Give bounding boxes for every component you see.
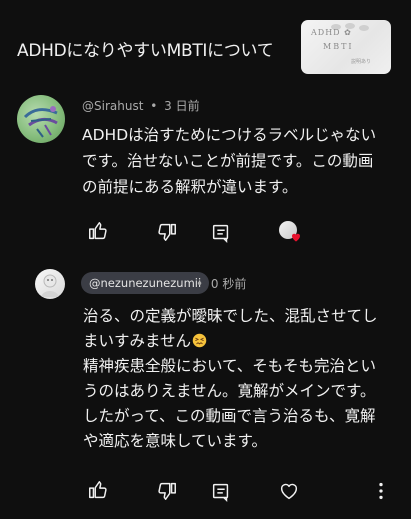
more-icon[interactable] bbox=[370, 480, 392, 502]
reply-text-line: まいすみません bbox=[83, 332, 192, 350]
heart-icon[interactable] bbox=[278, 480, 300, 502]
reply-text: 治る、の定義が曖昧でした、混乱させてし まいすみません 精神疾患全般において、そ… bbox=[83, 304, 403, 454]
comment-text-line: ADHDは治すためにつけるラベルじゃない bbox=[82, 126, 377, 144]
thumbnail-caption: 説明あり bbox=[351, 59, 372, 65]
heart-icon bbox=[292, 233, 300, 242]
reply-text-line: 精神疾患全般において、そもそも完治とい bbox=[83, 357, 376, 375]
dislike-icon[interactable] bbox=[156, 221, 178, 243]
avatar[interactable] bbox=[17, 95, 65, 143]
flower-decoration bbox=[359, 25, 369, 31]
creator-heart-badge bbox=[279, 221, 301, 243]
reply-icon[interactable] bbox=[210, 222, 232, 244]
separator: • bbox=[196, 277, 204, 291]
reply-text-line: したがって、この動画で言う治るも、寛解 bbox=[83, 407, 376, 425]
separator: • bbox=[150, 99, 158, 113]
like-icon[interactable] bbox=[87, 479, 109, 501]
video-header: ADHDになりやすいMBTIについて ADHD ✿ MBTI 説明あり bbox=[0, 0, 411, 88]
video-thumbnail[interactable]: ADHD ✿ MBTI 説明あり bbox=[301, 20, 391, 74]
reply-avatar[interactable] bbox=[35, 269, 65, 299]
comment-text-line: の前提にある解釈が違います。 bbox=[82, 178, 298, 196]
reply-text-line: や適応を意味しています。 bbox=[83, 432, 267, 450]
reply-text-line: うのはありえません。寛解がメインです。 bbox=[83, 382, 376, 400]
reply-icon[interactable] bbox=[210, 481, 232, 503]
like-icon[interactable] bbox=[87, 220, 109, 242]
video-title[interactable]: ADHDになりやすいMBTIについて bbox=[17, 36, 274, 61]
avatar-art-icon bbox=[23, 106, 58, 138]
thumbnail-text: MBTI bbox=[323, 42, 354, 51]
dislike-icon[interactable] bbox=[156, 480, 178, 502]
persevering-face-emoji-icon bbox=[192, 333, 207, 348]
reply-time[interactable]: 0 秒前 bbox=[211, 277, 246, 291]
reply-text-line: 治る、の定義が曖昧でした、混乱させてし bbox=[83, 307, 378, 325]
comment-meta: @Sirahust • 3 日前 bbox=[82, 97, 200, 114]
comment-text-line: です。治せないことが前提です。この動画 bbox=[82, 152, 374, 170]
comment-time[interactable]: 3 日前 bbox=[164, 99, 199, 113]
comment-author[interactable]: @Sirahust bbox=[82, 99, 143, 113]
comment-text: ADHDは治すためにつけるラベルじゃない です。治せないことが前提です。この動画… bbox=[82, 122, 402, 200]
avatar-art-icon bbox=[41, 274, 59, 297]
reply-author-chip[interactable]: @nezunezunezumii bbox=[81, 272, 210, 294]
thumbnail-text: ADHD ✿ bbox=[311, 28, 352, 37]
reply-text-line-with-emoji: まいすみません bbox=[83, 329, 403, 354]
reply-meta: • 0 秒前 bbox=[196, 275, 246, 292]
